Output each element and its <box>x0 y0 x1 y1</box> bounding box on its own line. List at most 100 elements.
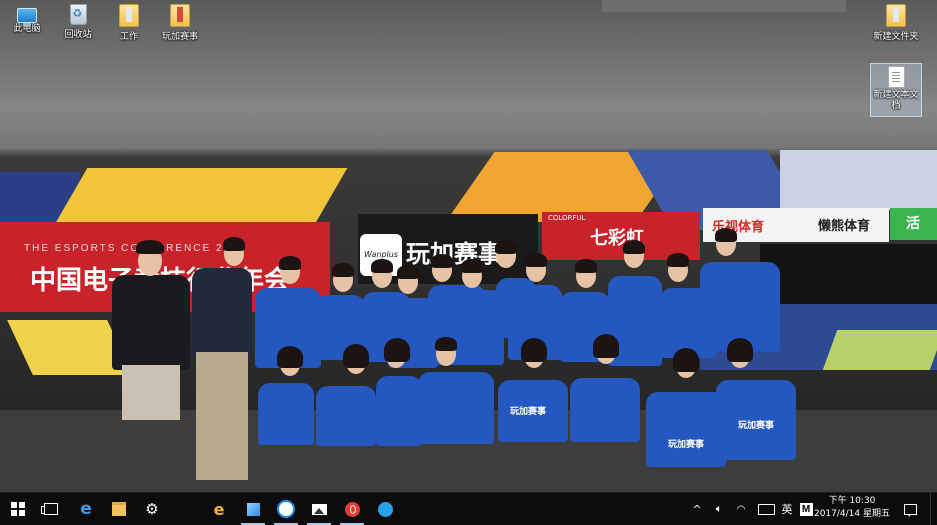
task-view-button[interactable] <box>35 493 67 525</box>
music-button[interactable] <box>336 493 368 525</box>
wallpaper-person <box>431 254 453 268</box>
wallpaper-person <box>122 365 180 420</box>
wallpaper-shape <box>780 150 937 210</box>
wallpaper-person <box>593 334 619 358</box>
wallpaper-sponsor-board <box>760 244 937 304</box>
desktop-icon-folder-wanplus[interactable]: 玩加赛事 <box>154 4 206 42</box>
wallpaper-shirt-logo: 玩加赛事 <box>738 421 775 431</box>
desktop-icon-label: 玩加赛事 <box>161 32 198 42</box>
desktop-wallpaper: THE ESPORTS CONFERENCE 2016 中国电子竞技行业年会 W… <box>0 0 937 492</box>
windows-logo-icon <box>11 502 25 516</box>
wallpaper-person <box>223 237 245 251</box>
wallpaper-person <box>384 338 410 362</box>
wallpaper-person <box>371 259 393 273</box>
folder-icon <box>119 4 139 27</box>
edge-icon: e <box>80 499 92 519</box>
user-app-button[interactable] <box>369 493 401 525</box>
wallpaper-person <box>521 338 547 362</box>
clock-date: 2017/4/14 星期五 <box>813 509 890 519</box>
wallpaper-person <box>495 240 517 254</box>
wallpaper-person <box>667 253 689 267</box>
ime-language-label: 英 <box>781 503 793 516</box>
recycle-bin-icon <box>69 4 87 25</box>
wallpaper-person <box>715 228 737 242</box>
wallpaper-sponsor-text: 活 <box>906 216 920 232</box>
ime-language-button[interactable]: 英 <box>779 493 795 525</box>
desktop-icon-label: 工作 <box>119 32 138 42</box>
wallpaper-person <box>196 352 248 480</box>
wallpaper-person <box>727 338 753 362</box>
desktop-icon-new-text-document[interactable]: 新建文本文档 <box>870 63 922 117</box>
wallpaper-person <box>332 263 354 277</box>
wallpaper-shape <box>822 330 937 370</box>
wallpaper-person <box>343 344 369 368</box>
desktop-icon-new-folder[interactable]: 新建文件夹 <box>868 4 924 42</box>
wallpaper-person <box>192 268 252 358</box>
app-tile-button[interactable] <box>237 493 269 525</box>
wallpaper-sponsor-text: 懒熊体育 <box>818 219 871 234</box>
speaker-icon: 🔈︎ <box>715 502 723 515</box>
tile-app-icon <box>246 502 260 516</box>
wallpaper-person <box>112 275 190 370</box>
wallpaper-person <box>258 383 314 445</box>
wallpaper-sponsor-text: COLORFUL <box>548 214 586 222</box>
wallpaper-person <box>570 378 640 442</box>
folder-icon <box>170 4 190 27</box>
wallpaper-person <box>136 240 164 254</box>
photos-icon <box>311 503 327 515</box>
settings-button[interactable]: ⚙ <box>136 493 168 525</box>
wallpaper-logo-text: 玩加赛事 <box>406 240 502 268</box>
ie-button[interactable]: e <box>203 493 235 525</box>
volume-button[interactable]: 🔈︎ <box>710 493 728 525</box>
wallpaper-shirt-logo: 玩加赛事 <box>668 440 705 450</box>
notification-icon <box>903 503 917 517</box>
gear-icon: ⚙ <box>145 500 159 518</box>
desktop-icon-this-pc[interactable]: 此电脑 <box>1 4 53 34</box>
this-pc-icon <box>17 8 37 26</box>
wallpaper-person <box>646 392 726 467</box>
desktop-icon-label: 新建文件夹 <box>873 32 919 42</box>
show-hidden-icons-button[interactable]: ^ <box>688 493 706 525</box>
wallpaper-person <box>277 346 303 368</box>
user-icon <box>377 501 393 517</box>
ime-mode-label: M <box>799 502 813 516</box>
desktop-icon-label: 回收站 <box>64 30 92 40</box>
wallpaper-person <box>279 256 301 270</box>
clock[interactable]: 下午 10:30 2017/4/14 星期五 <box>812 495 892 521</box>
action-center-button[interactable] <box>898 493 922 525</box>
desktop-icon-folder-work[interactable]: 工作 <box>103 4 155 42</box>
show-desktop-button[interactable] <box>930 493 937 525</box>
photos-button[interactable] <box>303 493 335 525</box>
touch-keyboard-button[interactable] <box>755 493 777 525</box>
folder-icon <box>112 502 126 516</box>
network-button[interactable]: ◠ <box>732 493 750 525</box>
wifi-icon: ◠ <box>736 503 746 515</box>
cloud-icon <box>277 500 295 518</box>
start-button[interactable] <box>2 493 34 525</box>
folder-icon <box>886 4 906 27</box>
wallpaper-person <box>525 253 547 267</box>
wallpaper-person <box>461 259 483 273</box>
wallpaper-person <box>673 348 699 372</box>
cloud-app-button[interactable] <box>270 493 302 525</box>
text-document-icon <box>887 66 905 88</box>
desktop-icon-recycle-bin[interactable]: 回收站 <box>52 4 104 40</box>
desktop-icon-label: 新建文本文档 <box>873 90 919 111</box>
clock-time: 下午 10:30 <box>828 496 876 506</box>
task-view-icon <box>41 503 58 515</box>
wallpaper-shirt-logo: 玩加赛事 <box>510 407 547 417</box>
wallpaper-person <box>623 240 645 254</box>
wallpaper-shape <box>52 168 348 228</box>
wallpaper-person <box>435 337 457 351</box>
window-fragment <box>602 0 846 12</box>
ie-icon: e <box>213 499 225 519</box>
wallpaper-person <box>575 259 597 273</box>
keyboard-icon <box>757 503 775 515</box>
wallpaper-person <box>376 376 422 446</box>
taskbar: e ⚙ e ^ 🔈︎ ◠ 英 M 下午 10:30 2017/4/14 星期五 <box>0 492 937 525</box>
file-explorer-button[interactable] <box>103 493 135 525</box>
wallpaper-person <box>397 265 419 279</box>
chevron-up-icon: ^ <box>692 502 702 516</box>
edge-button[interactable]: e <box>70 493 102 525</box>
netease-music-icon <box>344 501 360 517</box>
